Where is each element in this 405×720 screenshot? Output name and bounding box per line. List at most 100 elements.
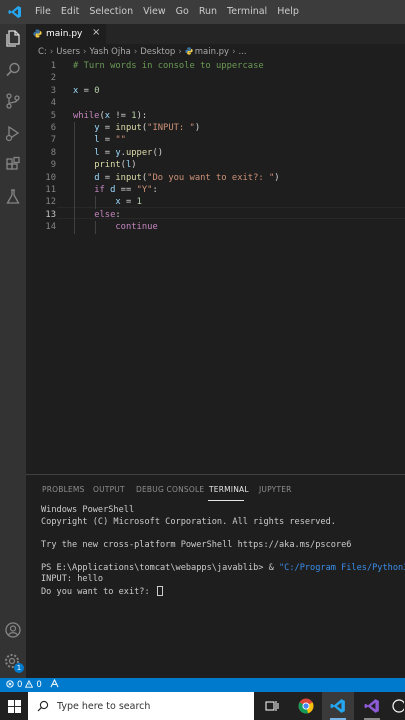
settings-gear-icon[interactable]: 1 xyxy=(3,652,24,673)
tab-terminal[interactable]: TERMINAL xyxy=(209,485,249,494)
code-line: 4 xyxy=(26,97,405,109)
power-icon[interactable] xyxy=(388,692,405,720)
warning-count: 0 xyxy=(36,680,42,690)
code-token: input xyxy=(115,123,142,133)
code-token: continue xyxy=(115,222,158,233)
problems-status[interactable]: 0 0 xyxy=(0,678,59,691)
code-line: 8 l = y.upper() xyxy=(26,147,405,159)
editor-tab-bar: main.py × xyxy=(26,24,405,44)
line-number: 10 xyxy=(45,172,56,183)
files-icon[interactable] xyxy=(3,28,23,48)
code-token: 1 xyxy=(136,197,142,208)
tab-jupyter[interactable]: JUPYTER xyxy=(259,485,292,494)
line-number: 5 xyxy=(50,110,56,121)
line-code: # Turn words in console to uppercase xyxy=(73,60,264,72)
terminal[interactable]: Windows PowerShell Copyright (C) Microso… xyxy=(41,505,405,597)
run-debug-icon[interactable] xyxy=(3,123,23,143)
code-line: 14 continue xyxy=(26,221,405,233)
menu-edit[interactable]: Edit xyxy=(56,0,84,24)
vscode-taskbar-icon[interactable] xyxy=(322,692,354,720)
line-number: 9 xyxy=(50,160,56,171)
code-token: if xyxy=(94,185,105,195)
code-token: : xyxy=(152,185,158,195)
line-number: 4 xyxy=(50,98,56,109)
account-icon[interactable] xyxy=(3,620,23,640)
error-icon xyxy=(6,679,14,691)
menu-terminal[interactable]: Terminal xyxy=(222,0,272,24)
settings-badge: 1 xyxy=(14,663,24,673)
code-line: 6 y = input("INPUT: ") xyxy=(26,122,405,134)
code-token: = xyxy=(99,123,116,133)
chevron-right-icon: › xyxy=(83,46,87,57)
breadcrumb-item[interactable]: Users xyxy=(56,47,80,57)
testing-icon[interactable] xyxy=(3,187,23,207)
terminal-input-line[interactable]: Do you want to exit?: xyxy=(41,585,405,598)
code-token: = xyxy=(99,147,116,158)
search-icon[interactable] xyxy=(3,60,23,80)
breadcrumb-item[interactable]: ... xyxy=(239,47,247,57)
breadcrumb-item[interactable]: C: xyxy=(38,47,47,57)
menu-run[interactable]: Run xyxy=(194,0,222,24)
code-line: 2 xyxy=(26,72,405,84)
code-token: "Do you want to exit?: " xyxy=(147,172,275,183)
menu-selection[interactable]: Selection xyxy=(84,0,138,24)
code-line: 3 x = 0 xyxy=(26,85,405,97)
tab-main-py[interactable]: main.py × xyxy=(26,24,106,44)
windows-start-button[interactable] xyxy=(0,692,28,720)
line-code: d = input("Do you want to exit?: ") xyxy=(73,172,280,184)
code-token: = xyxy=(120,197,137,208)
line-code: y = input("INPUT: ") xyxy=(73,122,200,134)
terminal-prompt-text: Do you want to exit?: xyxy=(41,586,155,597)
terminal-command-line: PS E:\Applications\tomcat\webapps\javabl… xyxy=(41,563,405,575)
source-control-icon[interactable] xyxy=(3,91,23,111)
terminal-line: Try the new cross-platform PowerShell ht… xyxy=(41,539,352,550)
task-view-icon[interactable] xyxy=(256,692,288,720)
code-line: 9 print(l) xyxy=(26,159,405,171)
code-line: 13 else: xyxy=(26,209,405,221)
breadcrumb: C: › Users › Yash Ojha › Desktop › main.… xyxy=(26,44,405,59)
panel-tab-bar: PROBLEMS OUTPUT DEBUG CONSOLE TERMINAL J… xyxy=(26,481,405,501)
bottom-panel: PROBLEMS OUTPUT DEBUG CONSOLE TERMINAL J… xyxy=(26,474,405,678)
windows-taskbar: Type here to search xyxy=(0,692,405,720)
line-number: 11 xyxy=(45,185,56,195)
menu-view[interactable]: View xyxy=(138,0,171,24)
tab-problems[interactable]: PROBLEMS xyxy=(42,485,85,494)
line-number: 7 xyxy=(50,135,56,146)
code-line: 7 l = "" xyxy=(26,134,405,146)
menu-go[interactable]: Go xyxy=(171,0,194,24)
menu-file[interactable]: File xyxy=(30,0,56,24)
tab-debug-console[interactable]: DEBUG CONSOLE xyxy=(136,485,204,494)
chrome-icon[interactable] xyxy=(290,692,322,720)
breadcrumb-item[interactable]: Desktop xyxy=(140,47,175,57)
tab-output[interactable]: OUTPUT xyxy=(93,485,125,494)
search-placeholder: Type here to search xyxy=(57,700,151,712)
code-editor[interactable]: 1 # Turn words in console to uppercase 2 3 x… xyxy=(26,59,405,474)
line-code: x = 1 xyxy=(73,196,142,208)
code-token: == xyxy=(115,185,137,195)
live-share-icon[interactable] xyxy=(50,678,59,691)
breadcrumb-item[interactable]: main.py xyxy=(195,47,229,57)
extensions-icon[interactable] xyxy=(3,155,23,175)
code-token: "INPUT: " xyxy=(147,123,195,133)
indent-guide xyxy=(95,221,96,234)
activity-bar: 1 xyxy=(0,24,26,678)
visual-studio-icon[interactable] xyxy=(356,692,388,720)
line-number: 6 xyxy=(50,123,56,133)
indent-guide xyxy=(74,122,75,234)
taskbar-search-box[interactable]: Type here to search xyxy=(28,692,254,720)
menu-help[interactable]: Help xyxy=(272,0,304,24)
line-number: 1 xyxy=(50,61,56,71)
code-token: ) xyxy=(274,172,280,183)
code-token: = xyxy=(99,135,116,146)
search-icon xyxy=(37,700,49,712)
line-number: 3 xyxy=(50,85,56,96)
line-code: l = "" xyxy=(73,134,126,146)
close-icon[interactable]: × xyxy=(92,27,100,38)
line-code: else: xyxy=(73,209,120,221)
code-line: 5 while(x != 1): xyxy=(26,110,405,122)
breadcrumb-item[interactable]: Yash Ojha xyxy=(89,47,130,57)
code-token: ) xyxy=(131,160,137,171)
